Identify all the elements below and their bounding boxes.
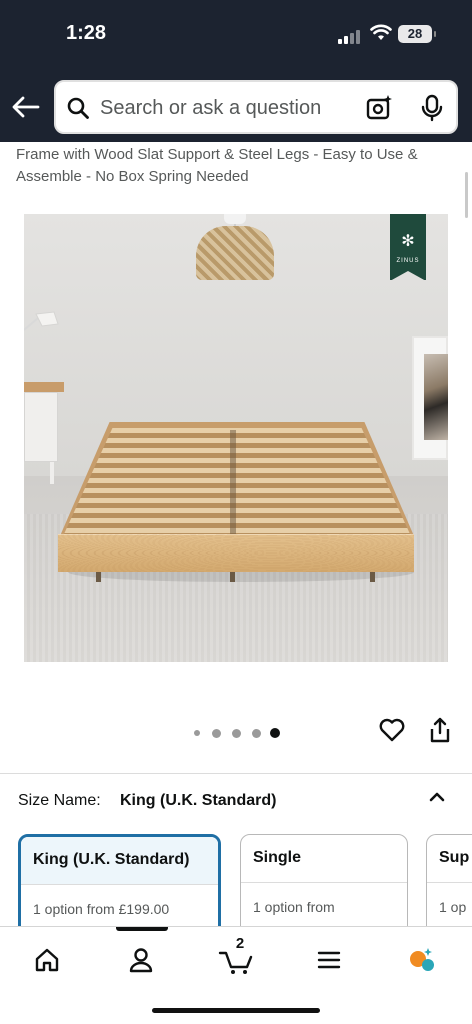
carousel-dot[interactable] — [232, 729, 241, 738]
size-option-price: 1 op — [439, 899, 467, 915]
bed-center-rail — [230, 430, 236, 534]
search-bar[interactable]: Search or ask a question — [54, 80, 458, 134]
account-icon[interactable] — [126, 945, 156, 975]
bed-leg — [230, 572, 235, 582]
share-icon[interactable] — [428, 716, 452, 744]
size-option-header: King (U.K. Standard) — [21, 837, 218, 885]
carousel-dot[interactable] — [194, 730, 200, 736]
side-table-drawers — [24, 392, 58, 462]
size-option-price: 1 option from £199.00 — [33, 901, 170, 917]
pendant-lamp-shade — [196, 226, 274, 280]
carousel-dot[interactable] — [212, 729, 221, 738]
scrollbar-thumb[interactable] — [465, 172, 468, 218]
home-icon[interactable] — [32, 945, 62, 975]
camera-search-icon[interactable] — [366, 94, 394, 122]
heart-icon[interactable] — [378, 716, 406, 744]
size-name-label: Size Name: — [18, 792, 101, 809]
section-divider — [0, 773, 472, 774]
product-image[interactable]: ✻ ZINUS — [24, 214, 448, 662]
brand-logo-icon: ✻ — [401, 233, 415, 250]
framed-artwork — [412, 336, 448, 460]
size-option-name: Sup — [439, 849, 470, 866]
microphone-icon[interactable] — [420, 94, 444, 122]
side-table-leg — [50, 462, 54, 484]
artwork-print — [424, 354, 448, 440]
size-option-price: 1 option from — [253, 899, 335, 915]
battery-indicator: 28 — [398, 25, 436, 43]
size-option-header: Sup — [427, 835, 472, 883]
size-option-name: Single — [253, 849, 302, 866]
menu-icon[interactable] — [314, 945, 344, 975]
status-time: 1:28 — [66, 22, 107, 44]
rufus-assistant-icon[interactable] — [406, 945, 436, 975]
brand-badge: ✻ ZINUS — [390, 214, 426, 281]
bed-leg — [370, 572, 375, 582]
carousel-dot-active[interactable] — [270, 728, 280, 738]
wifi-icon — [370, 24, 392, 40]
carousel-dot[interactable] — [252, 729, 261, 738]
signal-icon — [338, 28, 362, 44]
wall-lamp — [24, 311, 59, 331]
cart-count-badge: 2 — [235, 935, 245, 952]
size-selected-value: King (U.K. Standard) — [120, 792, 277, 809]
bed-slats — [64, 428, 410, 534]
home-indicator — [152, 1008, 320, 1013]
pendant-lamp-cap — [224, 214, 246, 224]
size-option-header: Single — [241, 835, 407, 883]
brand-name: ZINUS — [396, 258, 420, 264]
nav-active-indicator — [116, 927, 168, 931]
chevron-up-icon[interactable] — [426, 786, 448, 808]
size-option-name: King (U.K. Standard) — [33, 851, 190, 868]
bed-wood-grain — [58, 534, 414, 572]
search-icon — [67, 97, 89, 119]
side-table-top — [24, 382, 64, 392]
search-input[interactable]: Search or ask a question — [100, 97, 321, 120]
back-arrow-icon[interactable] — [10, 92, 42, 122]
bed-leg — [96, 572, 101, 582]
product-title: Frame with Wood Slat Support & Steel Leg… — [16, 146, 418, 185]
app-header: 1:28 28 Search or ask a question — [0, 0, 472, 142]
